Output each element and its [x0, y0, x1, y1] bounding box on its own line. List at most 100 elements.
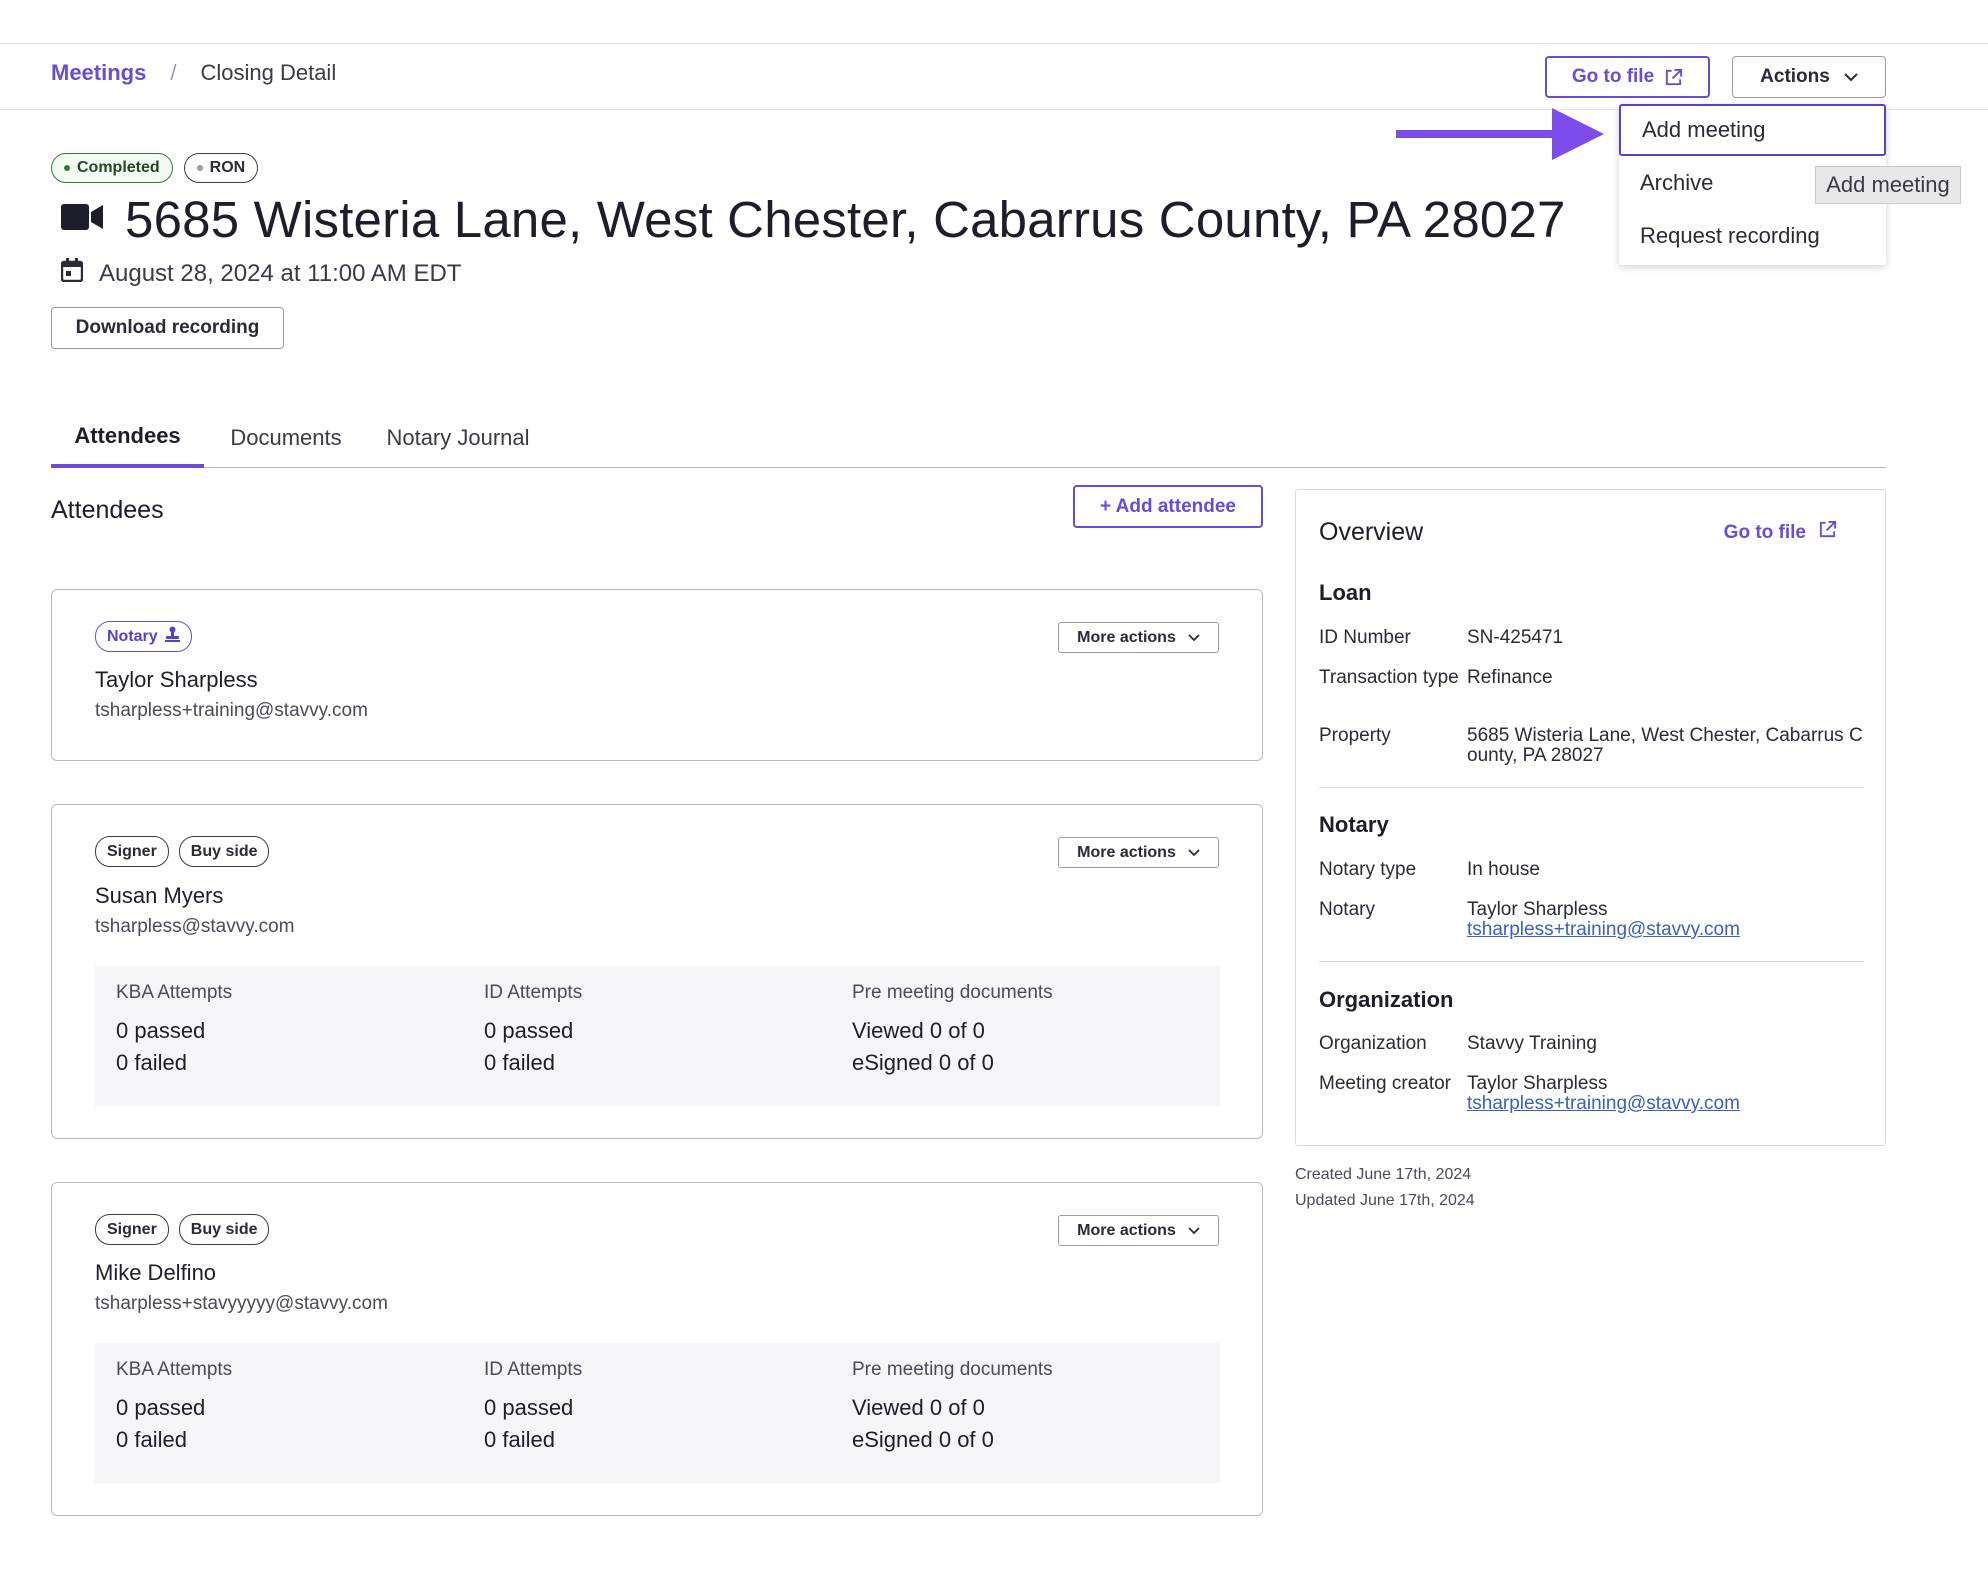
- actions-button[interactable]: Actions: [1732, 56, 1886, 98]
- transaction-type-value: Refinance: [1467, 667, 1553, 688]
- buy-side-tag: Buy side: [178, 1214, 270, 1245]
- pre-meeting-docs-heading: Pre meeting documents: [852, 1359, 1053, 1380]
- docs-viewed: Viewed 0 of 0: [852, 1018, 985, 1043]
- tab-documents[interactable]: Documents: [219, 408, 353, 468]
- notary-name: Taylor Sharpless: [1467, 899, 1608, 920]
- overview-title: Overview: [1319, 518, 1424, 546]
- external-link-icon: [1664, 68, 1683, 87]
- chevron-down-icon: [1188, 844, 1200, 862]
- status-badge-completed: Completed: [51, 153, 173, 183]
- buy-side-tag: Buy side: [178, 836, 270, 867]
- menu-item-request-recording[interactable]: Request recording: [1619, 210, 1886, 262]
- id-passed: 0 passed: [484, 1018, 574, 1043]
- notary-label: Notary: [1319, 899, 1375, 920]
- loan-heading: Loan: [1319, 580, 1372, 605]
- attendees-section-title: Attendees: [51, 496, 164, 524]
- docs-esigned: eSigned 0 of 0: [852, 1427, 994, 1452]
- attendee-tags: Notary: [95, 621, 192, 652]
- docs-esigned: eSigned 0 of 0: [852, 1050, 994, 1075]
- go-to-file-button[interactable]: Go to file: [1545, 56, 1710, 98]
- status-dot-icon: [196, 165, 203, 171]
- organization-heading: Organization: [1319, 987, 1454, 1012]
- notary-email-link[interactable]: tsharpless+training@stavvy.com: [1467, 920, 1867, 940]
- page-title: 5685 Wisteria Lane, West Chester, Cabarr…: [125, 191, 1566, 248]
- add-attendee-button[interactable]: + Add attendee: [1073, 485, 1263, 528]
- creator-name: Taylor Sharpless: [1467, 1073, 1608, 1094]
- more-actions-button[interactable]: More actions: [1058, 622, 1219, 653]
- chevron-down-icon: [1188, 629, 1200, 647]
- kba-failed: 0 failed: [116, 1427, 187, 1452]
- attendee-stats: KBA Attempts 0 passed 0 failed ID Attemp…: [95, 1343, 1220, 1483]
- stamp-icon: [164, 626, 180, 647]
- status-badges: Completed RON: [51, 153, 259, 183]
- go-to-file-label: Go to file: [1571, 66, 1655, 87]
- notary-type-value: In house: [1467, 859, 1540, 880]
- external-link-icon: [1818, 520, 1837, 545]
- attendee-card: Signer Buy side More actions Susan Myers…: [51, 804, 1263, 1139]
- breadcrumb: Meetings / Closing Detail: [51, 60, 336, 86]
- video-camera-icon: [61, 202, 103, 237]
- menu-item-add-meeting[interactable]: Add meeting: [1619, 104, 1886, 156]
- id-passed: 0 passed: [484, 1395, 574, 1420]
- attendee-card: Notary More actions Taylor Sharpless tsh…: [51, 589, 1263, 761]
- transaction-type-label: Transaction type: [1319, 667, 1459, 688]
- status-badge-label: RON: [209, 159, 246, 176]
- created-date: Created June 17th, 2024: [1295, 1166, 1472, 1183]
- attendee-email: tsharpless+training@stavvy.com: [95, 700, 368, 721]
- meeting-creator-value: Taylor Sharpless tsharpless+training@sta…: [1467, 1074, 1867, 1114]
- breadcrumb-meetings-link[interactable]: Meetings: [51, 60, 146, 86]
- status-badge-ron: RON: [183, 153, 259, 183]
- meeting-date-row: August 28, 2024 at 11:00 AM EDT: [60, 258, 462, 289]
- meeting-datetime: August 28, 2024 at 11:00 AM EDT: [99, 259, 462, 287]
- attendee-tags: Signer Buy side: [95, 836, 270, 867]
- notary-heading: Notary: [1319, 812, 1389, 837]
- tab-notary-journal[interactable]: Notary Journal: [378, 408, 538, 468]
- kba-attempts-heading: KBA Attempts: [116, 982, 233, 1003]
- go-to-file-label: Go to file: [1723, 521, 1806, 543]
- creator-email-link[interactable]: tsharpless+training@stavvy.com: [1467, 1094, 1867, 1114]
- meeting-creator-label: Meeting creator: [1319, 1073, 1452, 1094]
- property-label: Property: [1319, 725, 1391, 746]
- id-attempts-heading: ID Attempts: [484, 1359, 583, 1380]
- property-value: 5685 Wisteria Lane, West Chester, Cabarr…: [1467, 725, 1863, 766]
- attendee-name: Susan Myers: [95, 883, 224, 908]
- id-attempts-heading: ID Attempts: [484, 982, 583, 1003]
- overview-divider: [1319, 961, 1864, 962]
- download-recording-button[interactable]: Download recording: [51, 307, 284, 349]
- docs-viewed: Viewed 0 of 0: [852, 1395, 985, 1420]
- meeting-title-row: 5685 Wisteria Lane, West Chester, Cabarr…: [61, 190, 1566, 249]
- id-failed: 0 failed: [484, 1050, 555, 1075]
- kba-passed: 0 passed: [116, 1395, 206, 1420]
- more-actions-label: More actions: [1077, 1221, 1176, 1239]
- signer-tag: Signer: [95, 836, 169, 867]
- overview-divider: [1319, 787, 1864, 788]
- kba-attempts-heading: KBA Attempts: [116, 1359, 233, 1380]
- notary-type-label: Notary type: [1319, 859, 1417, 880]
- breadcrumb-separator: /: [170, 60, 177, 85]
- organization-label: Organization: [1319, 1033, 1427, 1054]
- pointer-arrow-icon: [1396, 108, 1604, 160]
- attendee-email: tsharpless@stavvy.com: [95, 916, 295, 937]
- top-divider: [0, 43, 1988, 44]
- tooltip: Add meeting: [1815, 166, 1961, 204]
- attendee-tags: Signer Buy side: [95, 1214, 270, 1245]
- breadcrumb-current: Closing Detail: [200, 60, 337, 85]
- id-number-value: SN-425471: [1467, 627, 1564, 648]
- attendee-stats: KBA Attempts 0 passed 0 failed ID Attemp…: [95, 966, 1220, 1106]
- chevron-down-icon: [1188, 1222, 1200, 1240]
- more-actions-button[interactable]: More actions: [1058, 837, 1219, 868]
- page: Meetings / Closing Detail Go to file Act…: [0, 0, 1988, 1582]
- calendar-icon: [60, 258, 84, 289]
- status-badge-label: Completed: [77, 159, 160, 176]
- more-actions-button[interactable]: More actions: [1058, 1215, 1219, 1246]
- tab-bar: Attendees Documents Notary Journal: [51, 408, 1886, 468]
- tab-attendees[interactable]: Attendees: [51, 408, 204, 468]
- attendee-name: Taylor Sharpless: [95, 667, 258, 692]
- chevron-down-icon: [1844, 72, 1858, 82]
- status-dot-icon: [64, 165, 70, 171]
- more-actions-label: More actions: [1077, 628, 1176, 646]
- updated-date: Updated June 17th, 2024: [1295, 1192, 1475, 1209]
- tag-label: Notary: [107, 627, 158, 645]
- overview-panel: Overview Go to file Loan ID Number SN-42…: [1295, 489, 1886, 1146]
- overview-go-to-file-link[interactable]: Go to file: [1724, 520, 1837, 545]
